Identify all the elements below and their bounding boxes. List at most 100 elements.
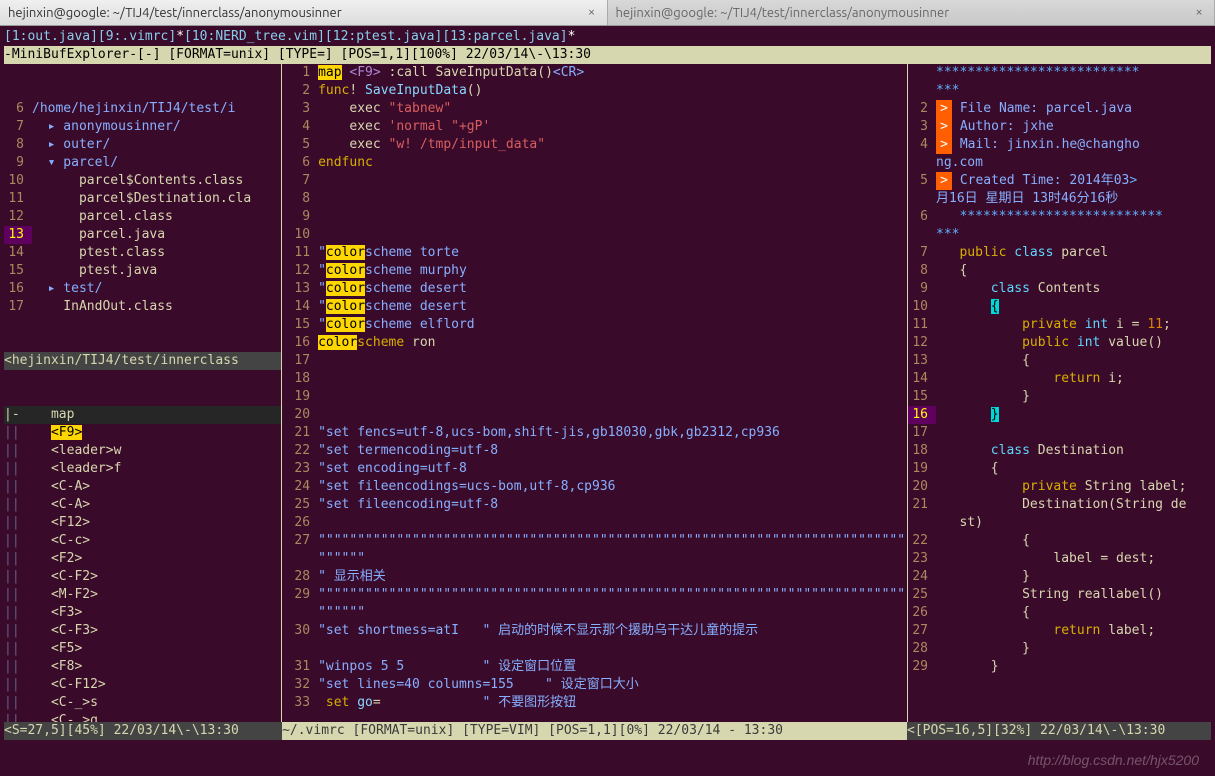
- tree-item[interactable]: 13 parcel.java: [4, 226, 281, 244]
- tree-item[interactable]: 14 ptest.class: [4, 244, 281, 262]
- code-line[interactable]: 17: [908, 424, 1211, 442]
- code-line[interactable]: 13 {: [908, 352, 1211, 370]
- code-line[interactable]: 30"set shortmess=atI " 启动的时候不显示那个援助乌干达儿童…: [282, 622, 907, 640]
- code-line[interactable]: 16colorscheme ron: [282, 334, 907, 352]
- code-line[interactable]: """""": [282, 604, 907, 622]
- code-line[interactable]: 33 set go= " 不要图形按钮: [282, 694, 907, 712]
- code-line[interactable]: 3> Author: jxhe: [908, 118, 1211, 136]
- code-line[interactable]: 6endfunc: [282, 154, 907, 172]
- tree-item[interactable]: 11 parcel$Destination.cla: [4, 190, 281, 208]
- code-line[interactable]: 1map <F9> :call SaveInputData()<CR>: [282, 64, 907, 82]
- tag-item[interactable]: || <F8>: [4, 658, 281, 676]
- parcel-editor[interactable]: *****************************2> File Nam…: [907, 64, 1211, 722]
- code-line[interactable]: 8: [282, 190, 907, 208]
- code-line[interactable]: 18: [282, 370, 907, 388]
- code-line[interactable]: 29 }: [908, 658, 1211, 676]
- code-line[interactable]: 5> Created Time: 2014年03>: [908, 172, 1211, 190]
- tree-item[interactable]: 6/home/hejinxin/TIJ4/test/i: [4, 100, 281, 118]
- code-line[interactable]: 8 {: [908, 262, 1211, 280]
- code-line[interactable]: 15 }: [908, 388, 1211, 406]
- tag-item[interactable]: || <C-A>: [4, 478, 281, 496]
- code-line[interactable]: 26 {: [908, 604, 1211, 622]
- code-line[interactable]: 2> File Name: parcel.java: [908, 100, 1211, 118]
- tag-item[interactable]: || <M-F2>: [4, 586, 281, 604]
- code-line[interactable]: 9 class Contents: [908, 280, 1211, 298]
- code-line[interactable]: 31"winpos 5 5 " 设定窗口位置: [282, 658, 907, 676]
- code-line[interactable]: 11"colorscheme torte: [282, 244, 907, 262]
- code-line[interactable]: 20 private String label;: [908, 478, 1211, 496]
- code-line[interactable]: ***: [908, 82, 1211, 100]
- code-line[interactable]: 28" 显示相关: [282, 568, 907, 586]
- code-line[interactable]: 2func! SaveInputData(): [282, 82, 907, 100]
- code-line[interactable]: 13"colorscheme desert: [282, 280, 907, 298]
- code-line[interactable]: 25"set fileencoding=utf-8: [282, 496, 907, 514]
- code-line[interactable]: 21"set fencs=utf-8,ucs-bom,shift-jis,gb1…: [282, 424, 907, 442]
- tag-item[interactable]: || <F9>: [4, 424, 281, 442]
- code-line[interactable]: 14"colorscheme desert: [282, 298, 907, 316]
- code-line[interactable]: 17: [282, 352, 907, 370]
- tag-item[interactable]: || <C-c>: [4, 532, 281, 550]
- code-line[interactable]: """""": [282, 550, 907, 568]
- taglist-panel[interactable]: |- map|| <F9>|| <leader>w|| <leader>f|| …: [4, 406, 281, 722]
- code-line[interactable]: 月16日 星期日 13时46分16秒: [908, 190, 1211, 208]
- code-line[interactable]: 23 label = dest;: [908, 550, 1211, 568]
- tree-item[interactable]: 15 ptest.java: [4, 262, 281, 280]
- tag-item[interactable]: || <F3>: [4, 604, 281, 622]
- code-line[interactable]: 18 class Destination: [908, 442, 1211, 460]
- tag-item[interactable]: || <F5>: [4, 640, 281, 658]
- code-line[interactable]: 32"set lines=40 columns=155 " 设定窗口大小: [282, 676, 907, 694]
- tree-item[interactable]: 9 ▾ parcel/: [4, 154, 281, 172]
- code-line[interactable]: 6 **************************: [908, 208, 1211, 226]
- code-line[interactable]: 16 }: [908, 406, 1211, 424]
- nerdtree-panel[interactable]: 6/home/hejinxin/TIJ4/test/i7 ▸ anonymous…: [4, 100, 281, 316]
- code-line[interactable]: 10: [282, 226, 907, 244]
- code-line[interactable]: 19: [282, 388, 907, 406]
- code-line[interactable]: 24 }: [908, 568, 1211, 586]
- code-line[interactable]: 28 }: [908, 640, 1211, 658]
- code-line[interactable]: 4> Mail: jinxin.he@changho: [908, 136, 1211, 154]
- code-line[interactable]: 14 return i;: [908, 370, 1211, 388]
- code-line[interactable]: 7 public class parcel: [908, 244, 1211, 262]
- code-line[interactable]: 19 {: [908, 460, 1211, 478]
- tag-item[interactable]: || <C-_>g: [4, 712, 281, 722]
- code-line[interactable]: 25 String reallabel(): [908, 586, 1211, 604]
- code-line[interactable]: ng.com: [908, 154, 1211, 172]
- code-line[interactable]: 12"colorscheme murphy: [282, 262, 907, 280]
- tree-item[interactable]: 8 ▸ outer/: [4, 136, 281, 154]
- code-line[interactable]: 9: [282, 208, 907, 226]
- code-line[interactable]: 21 Destination(String de: [908, 496, 1211, 514]
- tree-item[interactable]: 16 ▸ test/: [4, 280, 281, 298]
- tree-item[interactable]: 10 parcel$Contents.class: [4, 172, 281, 190]
- vimrc-editor[interactable]: 1map <F9> :call SaveInputData()<CR>2func…: [281, 64, 907, 722]
- tag-item[interactable]: || <F2>: [4, 550, 281, 568]
- tree-item[interactable]: 7 ▸ anonymousinner/: [4, 118, 281, 136]
- code-line[interactable]: 4 exec 'normal "+gP': [282, 118, 907, 136]
- tab-terminal-1[interactable]: hejinxin@google: ~/TIJ4/test/innerclass/…: [0, 0, 608, 25]
- code-line[interactable]: 24"set fileencodings=ucs-bom,utf-8,cp936: [282, 478, 907, 496]
- code-line[interactable]: 10 {: [908, 298, 1211, 316]
- code-line[interactable]: **************************: [908, 64, 1211, 82]
- tree-item[interactable]: 17 InAndOut.class: [4, 298, 281, 316]
- code-line[interactable]: 15"colorscheme elflord: [282, 316, 907, 334]
- code-line[interactable]: 12 public int value(): [908, 334, 1211, 352]
- code-line[interactable]: 27""""""""""""""""""""""""""""""""""""""…: [282, 532, 907, 550]
- code-line[interactable]: 27 return label;: [908, 622, 1211, 640]
- tree-item[interactable]: 12 parcel.class: [4, 208, 281, 226]
- tag-item[interactable]: || <leader>f: [4, 460, 281, 478]
- code-line[interactable]: 26: [282, 514, 907, 532]
- close-icon[interactable]: ×: [585, 6, 599, 20]
- code-line[interactable]: 7: [282, 172, 907, 190]
- code-line[interactable]: 23"set encoding=utf-8: [282, 460, 907, 478]
- tag-item[interactable]: || <C-F3>: [4, 622, 281, 640]
- tag-item[interactable]: || <C-F12>: [4, 676, 281, 694]
- minibufexplorer-tabs[interactable]: [1:out.java][9:.vimrc]*[10:NERD_tree.vim…: [4, 28, 1211, 46]
- tab-terminal-2[interactable]: hejinxin@google: ~/TIJ4/test/innerclass/…: [608, 0, 1215, 25]
- tag-item[interactable]: || <C-_>s: [4, 694, 281, 712]
- code-line[interactable]: st): [908, 514, 1211, 532]
- code-line[interactable]: 20: [282, 406, 907, 424]
- code-line[interactable]: ***: [908, 226, 1211, 244]
- code-line[interactable]: 29""""""""""""""""""""""""""""""""""""""…: [282, 586, 907, 604]
- tag-item[interactable]: || <C-A>: [4, 496, 281, 514]
- code-line[interactable]: [282, 640, 907, 658]
- close-icon[interactable]: ×: [1192, 6, 1206, 20]
